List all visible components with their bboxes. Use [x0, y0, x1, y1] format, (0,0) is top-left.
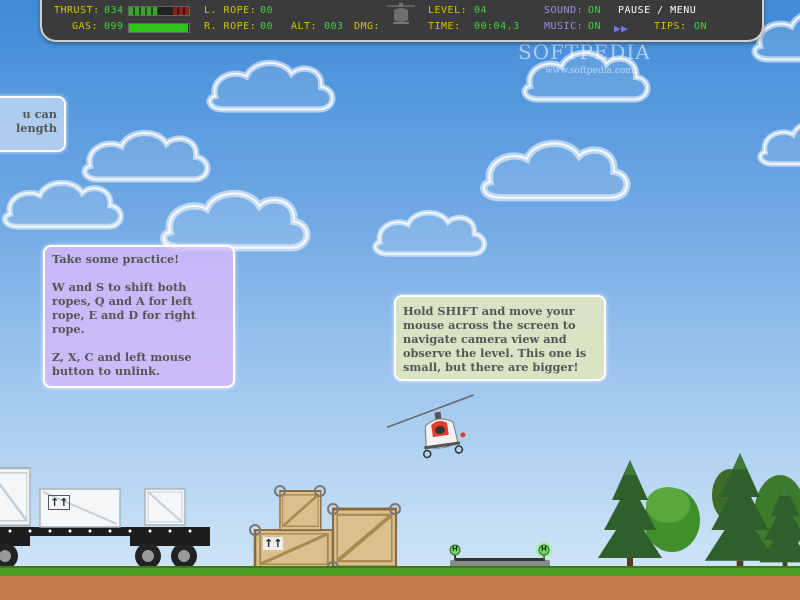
- landing-pad-marker: H: [541, 545, 547, 553]
- sound-label: SOUND:: [544, 5, 584, 16]
- cloud: [760, 123, 800, 164]
- gas-value: 099: [104, 21, 124, 32]
- left-rope-value: 00: [260, 5, 274, 16]
- tree-line: [598, 453, 800, 570]
- left-rope-label: L. ROPE:: [204, 5, 257, 16]
- hint-camera: Hold SHIFT and move your mouse across th…: [403, 304, 587, 374]
- gas-label: GAS:: [72, 21, 99, 32]
- level-value: 04: [474, 5, 488, 16]
- watermark-brand: SOFTPEDIA: [518, 40, 651, 64]
- gas-bar: [128, 23, 190, 33]
- wooden-crates: [249, 485, 401, 573]
- ground-dirt: [0, 576, 800, 600]
- damage-label: DMG:: [354, 21, 381, 32]
- time-label: TIME:: [428, 21, 461, 32]
- flatbed-truck: [0, 466, 210, 569]
- game-scene[interactable]: ↑↑ ↑↑ H H SOFTPEDIA www.softpedia.com u …: [0, 0, 800, 600]
- hint-panel-camera: Hold SHIFT and move your mouse across th…: [394, 295, 606, 381]
- level-label: LEVEL:: [428, 5, 468, 16]
- helicopter-damage-icon: [387, 3, 415, 24]
- thrust-bar: [128, 6, 190, 16]
- hint-panel-partial: u can length: [0, 96, 66, 152]
- right-rope-label: R. ROPE:: [204, 21, 257, 32]
- hint-ropes: W and S to shift both ropes, Q and A for…: [52, 280, 196, 336]
- altitude-label: ALT:: [291, 21, 318, 32]
- pause-menu-button[interactable]: PAUSE / MENU: [618, 5, 696, 17]
- thrust-bar-warning: [173, 7, 189, 15]
- cloud: [210, 63, 333, 110]
- crate-up-arrows: ↑↑: [263, 537, 284, 550]
- tips-label: TIPS:: [654, 21, 687, 32]
- watermark-url: www.softpedia.com: [545, 66, 634, 76]
- cloud: [484, 143, 627, 197]
- hint-text: length: [15, 121, 57, 135]
- crate-up-arrows: ↑↑: [48, 495, 71, 510]
- fast-forward-icon[interactable]: ▶▶: [614, 22, 628, 35]
- helicopter: [386, 394, 474, 459]
- thrust-bar-fill: [129, 7, 158, 15]
- hint-panel-practice: Take some practice! W and S to shift bot…: [43, 245, 235, 388]
- sound-value[interactable]: ON: [588, 5, 601, 17]
- right-rope-value: 00: [260, 21, 274, 32]
- cloud: [85, 133, 208, 180]
- cloud: [164, 193, 307, 247]
- music-label: MUSIC:: [544, 21, 584, 32]
- landing-pad: [449, 542, 552, 567]
- music-value[interactable]: ON: [588, 21, 601, 33]
- thrust-value: 034: [104, 5, 124, 16]
- landing-pad-marker: H: [452, 545, 458, 553]
- time-value: 00:04.3: [474, 21, 520, 32]
- thrust-label: THRUST:: [54, 5, 100, 16]
- hint-title: Take some practice!: [52, 252, 180, 266]
- hint-unlink: Z, X, C and left mouse button to unlink.: [52, 350, 192, 378]
- hint-text: u can: [22, 107, 57, 121]
- gas-bar-fill: [129, 24, 189, 32]
- altitude-value: 003: [324, 21, 344, 32]
- hud-panel: THRUST: 034 GAS: 099 L. ROPE: 00 R. ROPE…: [40, 0, 764, 42]
- cloud: [5, 183, 121, 227]
- cloud: [375, 213, 484, 254]
- tips-value[interactable]: ON: [694, 21, 707, 33]
